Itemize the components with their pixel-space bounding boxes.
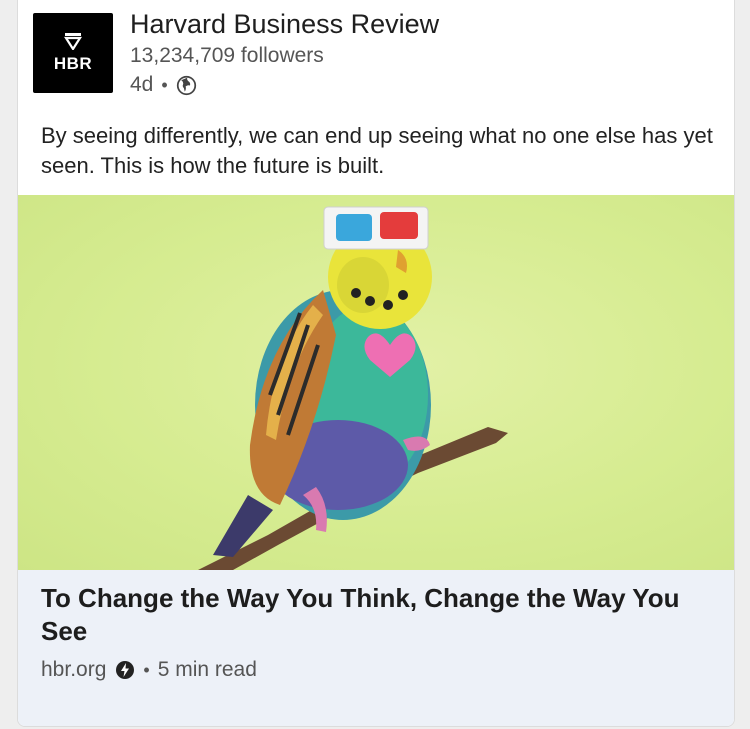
post-card: HBR Harvard Business Review 13,234,709 f… bbox=[17, 0, 735, 727]
link-title[interactable]: To Change the Way You Think, Change the … bbox=[41, 582, 711, 648]
post-text: By seeing differently, we can end up see… bbox=[41, 123, 713, 178]
globe-icon bbox=[176, 75, 197, 96]
hbr-logo[interactable]: HBR bbox=[33, 13, 113, 93]
post-age: 4d bbox=[130, 73, 154, 96]
read-time: 5 min read bbox=[157, 658, 257, 681]
post-meta: 4d • bbox=[130, 72, 197, 98]
author-name[interactable]: Harvard Business Review bbox=[130, 9, 439, 40]
follower-count: 13,234,709 followers bbox=[130, 44, 324, 67]
link-meta: hbr.org • 5 min read bbox=[41, 658, 257, 682]
link-domain: hbr.org bbox=[41, 658, 107, 681]
shield-icon bbox=[63, 33, 83, 50]
link-preview[interactable]: To Change the Way You Think, Change the … bbox=[18, 570, 734, 726]
post-header: HBR Harvard Business Review 13,234,709 f… bbox=[18, 1, 734, 96]
lightning-icon bbox=[115, 660, 135, 680]
meta-separator: • bbox=[161, 74, 168, 95]
post-image[interactable] bbox=[18, 195, 734, 570]
link-separator: • bbox=[143, 659, 150, 680]
budgie-illustration bbox=[198, 206, 508, 570]
logo-text: HBR bbox=[53, 54, 93, 73]
